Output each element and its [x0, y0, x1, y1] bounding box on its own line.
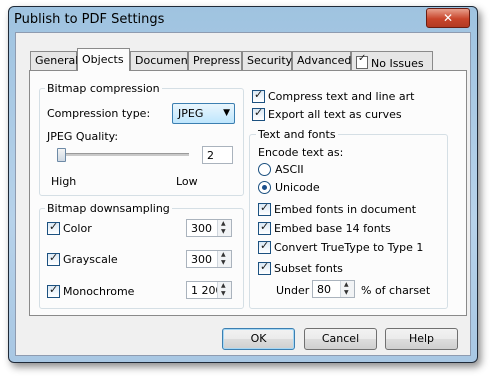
grayscale-checkbox[interactable]: ✓: [47, 251, 60, 266]
subset-fonts-checkbox[interactable]: ✓: [258, 260, 271, 275]
ascii-radio[interactable]: [258, 163, 271, 176]
checkmark-icon: ✓: [260, 220, 270, 233]
cancel-button[interactable]: Cancel: [304, 328, 377, 350]
monochrome-checkbox[interactable]: ✓: [47, 283, 60, 298]
tab-document[interactable]: Document: [130, 51, 192, 70]
color-label: Color: [63, 222, 92, 235]
tab-advanced[interactable]: Advanced: [292, 51, 351, 70]
convert-truetype-label: Convert TrueType to Type 1: [274, 241, 424, 254]
color-dpi-spinner[interactable]: 300 ▲ ▼: [186, 219, 232, 237]
help-button[interactable]: Help: [385, 328, 458, 350]
checkmark-icon: ✓: [254, 106, 264, 119]
spinner-value: 300: [191, 222, 212, 235]
monochrome-label: Monochrome: [63, 285, 135, 298]
tab-label: Prepress: [193, 54, 240, 67]
embed-fonts-label: Embed fonts in document: [274, 203, 417, 216]
window-title: Publish to PDF Settings: [14, 12, 165, 27]
compression-type-label: Compression type:: [47, 107, 151, 120]
document-check-icon: ✓: [356, 53, 368, 69]
export-curves-label: Export all text as curves: [268, 108, 402, 121]
tab-label: Objects: [82, 53, 124, 66]
high-label: High: [51, 175, 77, 188]
checkmark-icon: ✓: [49, 220, 59, 233]
subset-threshold-spinner[interactable]: 80 ▲ ▼: [312, 280, 355, 298]
embed-base14-label: Embed base 14 fonts: [274, 222, 391, 235]
arrow-down-icon: ▼: [221, 290, 226, 297]
group-title: Text and fonts: [256, 128, 338, 141]
close-icon: ✕: [442, 11, 454, 25]
spinner-arrows[interactable]: ▲ ▼: [217, 282, 231, 298]
tab-label: Document: [135, 54, 192, 67]
quality-slider-thumb[interactable]: [57, 148, 66, 162]
arrow-up-icon: ▲: [221, 282, 226, 289]
arrow-up-icon: ▲: [221, 220, 226, 227]
ascii-label: ASCII: [275, 163, 304, 176]
grayscale-dpi-spinner[interactable]: 300 ▲ ▼: [186, 250, 232, 268]
quality-value: 2: [207, 149, 214, 162]
spinner-arrows[interactable]: ▲ ▼: [217, 251, 231, 267]
compress-text-label: Compress text and line art: [268, 90, 415, 103]
charset-label: % of charset: [361, 284, 431, 297]
low-label: Low: [176, 175, 198, 188]
encode-text-label: Encode text as:: [258, 146, 344, 159]
checkmark-icon: ✓: [254, 88, 264, 101]
chevron-down-icon: ▼: [223, 108, 230, 118]
spinner-arrows[interactable]: ▲ ▼: [217, 220, 231, 236]
arrow-up-icon: ▲: [221, 251, 226, 258]
spinner-value: 80: [317, 283, 331, 296]
unicode-label: Unicode: [275, 181, 320, 194]
tab-objects[interactable]: Objects: [77, 48, 130, 71]
checkmark-icon: ✓: [49, 251, 59, 264]
jpeg-quality-input[interactable]: 2: [202, 146, 233, 164]
ok-button[interactable]: OK: [222, 328, 295, 350]
export-curves-checkbox[interactable]: ✓: [252, 106, 265, 121]
spinner-value: 300: [191, 253, 212, 266]
checkmark-icon: ✓: [260, 201, 270, 214]
tab-label: No Issues: [371, 57, 424, 70]
grayscale-label: Grayscale: [63, 253, 118, 266]
compression-type-dropdown[interactable]: JPEG ▼: [172, 103, 235, 124]
checkmark-icon: ✓: [260, 260, 270, 273]
tab-no-issues[interactable]: ✓ No Issues: [351, 51, 433, 70]
tab-label: Security: [247, 54, 293, 67]
tab-security[interactable]: Security: [242, 51, 292, 70]
jpeg-quality-label: JPEG Quality:: [47, 130, 119, 143]
group-title: Bitmap downsampling: [45, 202, 172, 215]
quality-slider-track[interactable]: [58, 153, 189, 156]
embed-base14-checkbox[interactable]: ✓: [258, 220, 271, 235]
checkmark-icon: ✓: [49, 283, 59, 296]
tab-label: General: [35, 54, 79, 67]
unicode-radio[interactable]: [258, 181, 271, 194]
arrow-down-icon: ▼: [344, 289, 349, 296]
group-title: Bitmap compression: [45, 82, 162, 95]
selected-value: JPEG: [178, 107, 204, 120]
arrow-down-icon: ▼: [221, 259, 226, 266]
arrow-up-icon: ▲: [344, 281, 349, 288]
tab-label: Advanced: [297, 54, 352, 67]
under-label: Under: [276, 284, 310, 297]
spinner-arrows[interactable]: ▲ ▼: [340, 281, 354, 297]
arrow-down-icon: ▼: [221, 228, 226, 235]
color-checkbox[interactable]: ✓: [47, 220, 60, 235]
tab-prepress[interactable]: Prepress: [188, 51, 242, 70]
checkmark-icon: ✓: [260, 239, 270, 252]
close-button[interactable]: ✕: [426, 8, 470, 28]
embed-fonts-checkbox[interactable]: ✓: [258, 201, 271, 216]
convert-truetype-checkbox[interactable]: ✓: [258, 239, 271, 254]
compress-text-checkbox[interactable]: ✓: [252, 88, 265, 103]
subset-fonts-label: Subset fonts: [274, 262, 343, 275]
monochrome-dpi-spinner[interactable]: 1 200 ▲ ▼: [186, 281, 232, 299]
tab-general[interactable]: General: [30, 51, 79, 70]
